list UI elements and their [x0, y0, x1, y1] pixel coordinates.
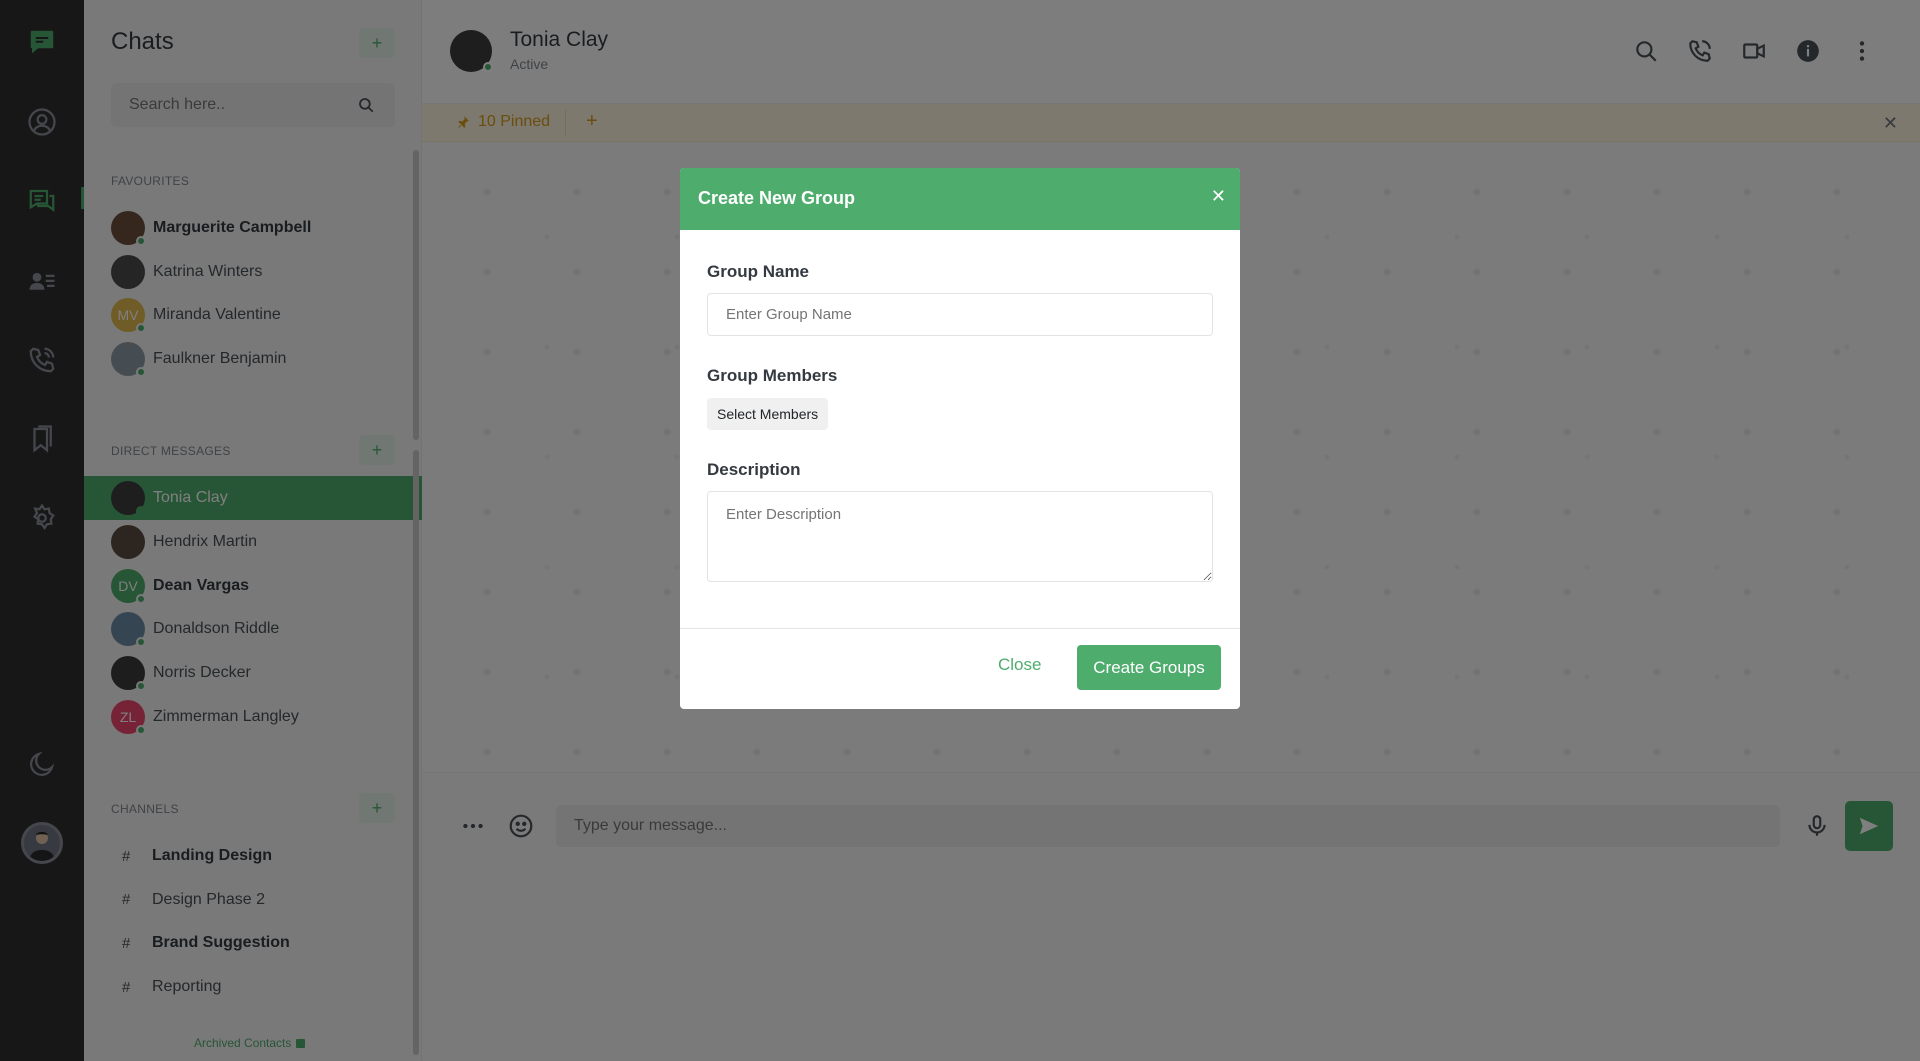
modal-header: Create New Group ✕: [680, 168, 1240, 230]
create-group-modal: Create New Group ✕ Group Name Group Memb…: [680, 168, 1240, 709]
group-name-label: Group Name: [707, 262, 810, 281]
modal-footer: Close Create Groups: [680, 628, 1240, 709]
select-members-button[interactable]: Select Members: [707, 398, 829, 430]
modal-title: Create New Group: [698, 188, 856, 208]
group-name-input[interactable]: [707, 293, 1213, 336]
description-label: Description: [707, 460, 801, 479]
create-groups-button[interactable]: Create Groups: [1077, 645, 1221, 690]
modal-close-icon[interactable]: ✕: [1211, 186, 1226, 207]
description-textarea[interactable]: [707, 491, 1213, 582]
group-members-label: Group Members: [707, 366, 838, 385]
close-button[interactable]: Close: [998, 655, 1041, 675]
